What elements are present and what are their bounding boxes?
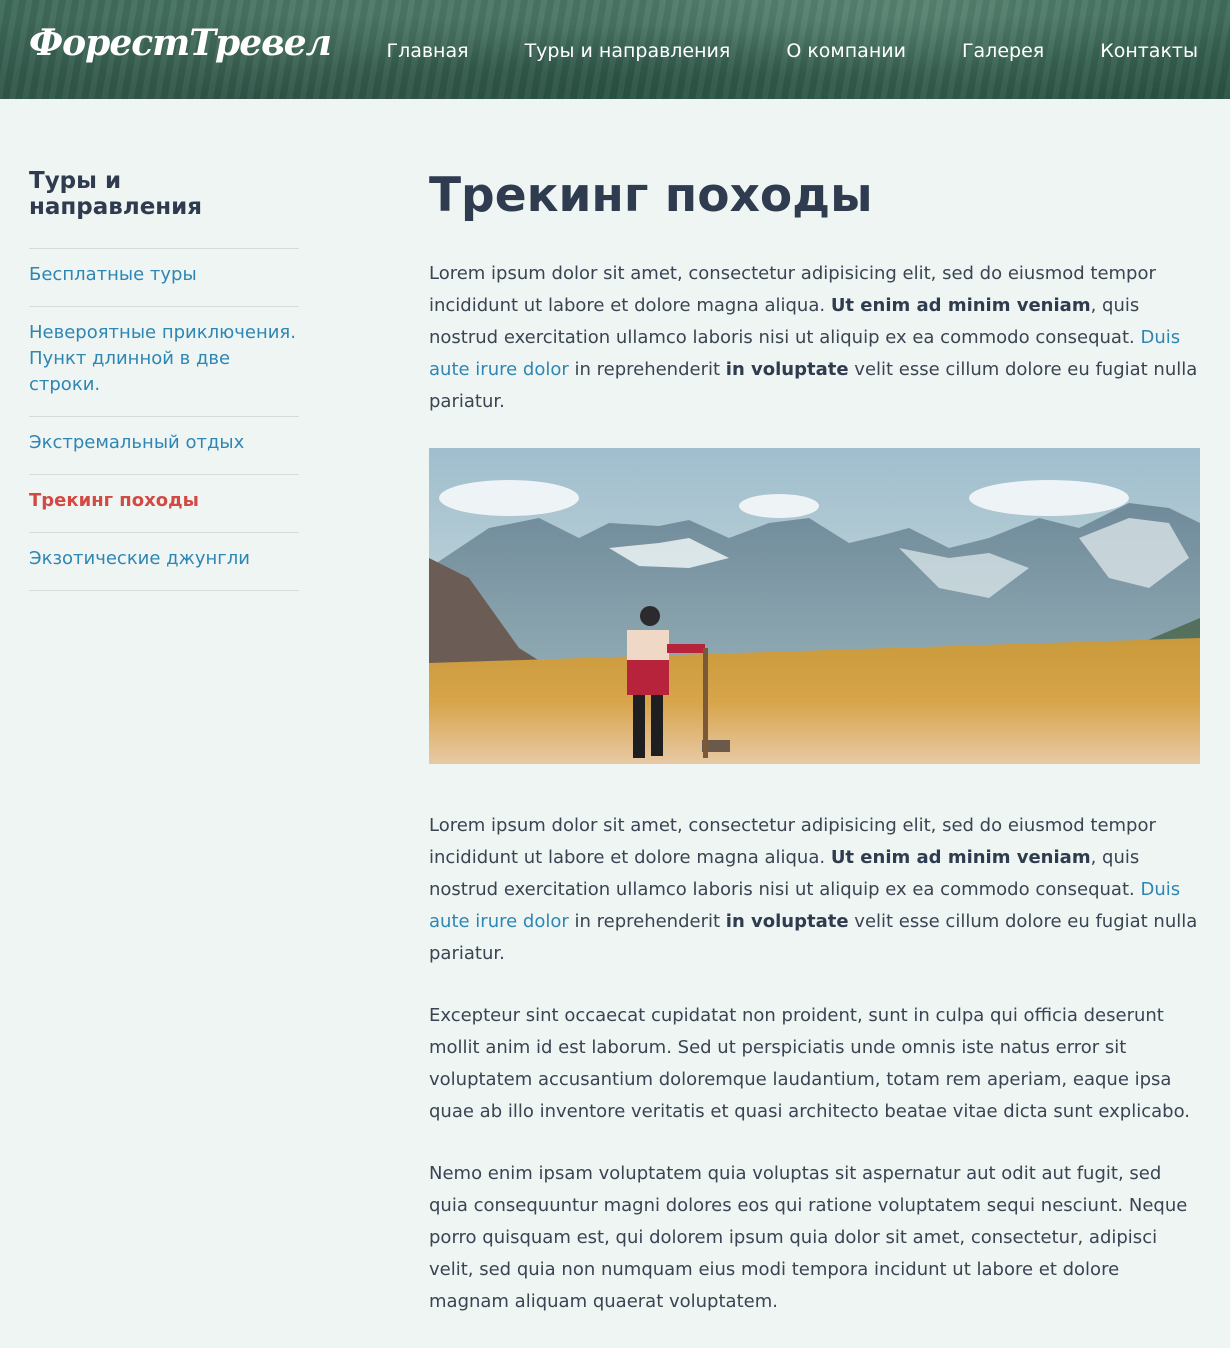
sidebar-item-adventures[interactable]: Невероятные приключения. Пункт длинной в… [29,307,299,417]
intro-paragraph: Lorem ipsum dolor sit amet, consectetur … [429,258,1200,418]
site-logo[interactable]: ФорестТревел [29,22,332,64]
sidebar-menu: Бесплатные туры Невероятные приключения.… [29,249,299,591]
main-content: Трекинг походы Lorem ipsum dolor sit ame… [429,168,1200,1348]
body-paragraph-2: Excepteur sint occaecat cupidatat non pr… [429,1005,1191,1122]
sidebar: Туры и направления Бесплатные туры Невер… [29,168,299,591]
nav-link-gallery[interactable]: Галерея [962,40,1044,62]
body-paragraph-1: Lorem ipsum dolor sit amet, consectetur … [429,810,1200,970]
sidebar-item-extreme[interactable]: Экстремальный отдых [29,417,299,475]
main-nav: Главная Туры и направления О компании Га… [386,40,1198,62]
hero-illustration [429,448,1200,764]
hiker-mountains-image [429,448,1200,764]
bold-text: in voluptate [725,911,849,932]
sidebar-title: Туры и направления [29,168,299,249]
body-paragraph-3: Nemo enim ipsam voluptatem quia voluptas… [429,1163,1188,1312]
bold-text: Ut enim ad minim veniam [830,847,1091,868]
bold-text: in voluptate [725,359,849,380]
sidebar-item-trekking-active[interactable]: Трекинг походы [29,475,299,533]
nav-link-home[interactable]: Главная [386,40,468,62]
nav-link-about[interactable]: О компании [786,40,906,62]
page-title: Трекинг походы [429,168,873,223]
nav-link-tours[interactable]: Туры и направления [525,40,731,62]
sidebar-item-jungle[interactable]: Экзотические джунгли [29,533,299,591]
bold-text: Ut enim ad minim veniam [830,295,1091,316]
nav-link-contacts[interactable]: Контакты [1100,40,1198,62]
sidebar-item-free-tours[interactable]: Бесплатные туры [29,249,299,307]
text-span: in reprehenderit [568,911,726,932]
text-span: in reprehenderit [568,359,726,380]
site-header: ФорестТревел Главная Туры и направления … [0,0,1230,99]
